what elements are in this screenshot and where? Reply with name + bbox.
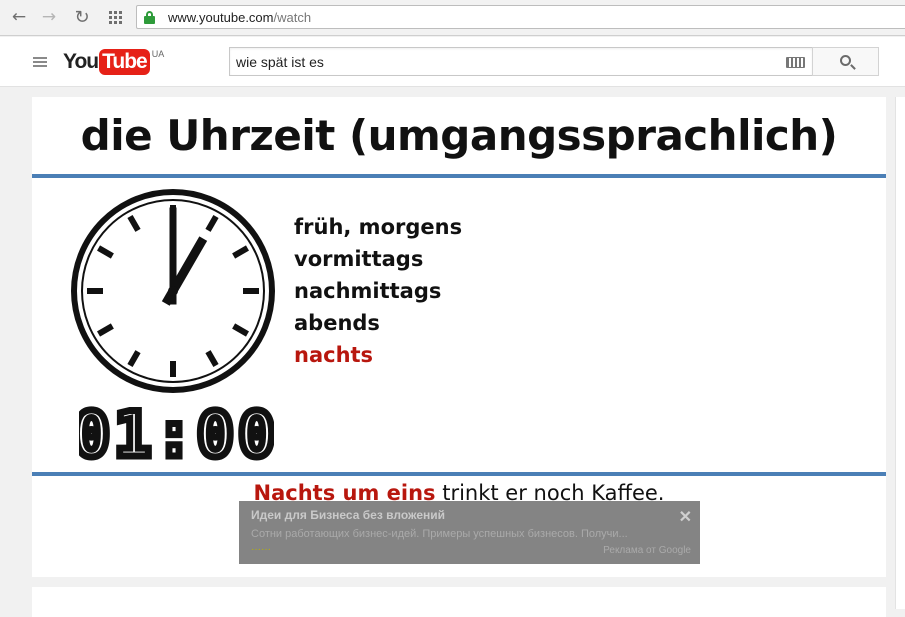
country-code: UA <box>151 49 165 59</box>
search-button[interactable] <box>812 47 879 76</box>
url-text[interactable]: www.youtube.com/watch <box>168 10 311 25</box>
arrow-right-icon[interactable]: → <box>38 6 60 28</box>
ad-overlay[interactable]: Идеи для Бизнеса без вложений Сотни рабо… <box>239 501 700 564</box>
apps-grid-icon[interactable] <box>104 6 126 28</box>
time-item: abends <box>294 311 380 335</box>
divider-bottom <box>32 472 886 476</box>
sidebar-edge <box>895 97 905 609</box>
video-player[interactable]: die Uhrzeit (umgangssprachlich) 01:00 fr… <box>32 97 886 577</box>
svg-text:01:00: 01:00 <box>79 403 274 465</box>
time-item: nachmittags <box>294 279 442 303</box>
ad-url[interactable]: ······ <box>251 544 271 555</box>
menu-icon[interactable] <box>33 57 47 67</box>
browser-toolbar: ← → ↻ www.youtube.com/watch <box>0 0 905 36</box>
keyboard-icon[interactable] <box>786 57 805 68</box>
time-item: früh, morgens <box>294 215 463 239</box>
ad-title[interactable]: Идеи для Бизнеса без вложений <box>251 508 445 522</box>
search-input[interactable]: wie spät ist es <box>229 47 813 76</box>
time-item: vormittags <box>294 247 424 271</box>
close-icon[interactable]: ✕ <box>679 507 692 527</box>
ad-source: Реклама от Google <box>603 545 691 556</box>
reload-icon[interactable]: ↻ <box>71 6 93 28</box>
arrow-left-icon[interactable]: ← <box>8 6 30 28</box>
ad-description: Сотни работающих бизнес-идей. Примеры ус… <box>251 528 628 540</box>
search-icon <box>840 55 851 66</box>
address-bar[interactable]: www.youtube.com/watch <box>136 5 905 29</box>
analog-clock <box>71 189 275 393</box>
time-of-day-list: früh, morgens vormittags nachmittags abe… <box>294 211 462 371</box>
youtube-header: You Tube UA wie spät ist es <box>0 37 905 87</box>
divider-top <box>32 174 886 178</box>
lock-icon <box>144 11 155 24</box>
video-description-area <box>32 587 886 617</box>
time-item: nachts <box>294 343 374 367</box>
slide-title: die Uhrzeit (umgangssprachlich) <box>80 111 838 160</box>
digital-clock: 01:00 <box>79 403 274 465</box>
search-query: wie spät ist es <box>236 54 324 70</box>
logo-you: You <box>63 50 99 73</box>
youtube-logo[interactable]: You Tube UA <box>63 48 164 76</box>
logo-tube: Tube <box>99 49 150 75</box>
